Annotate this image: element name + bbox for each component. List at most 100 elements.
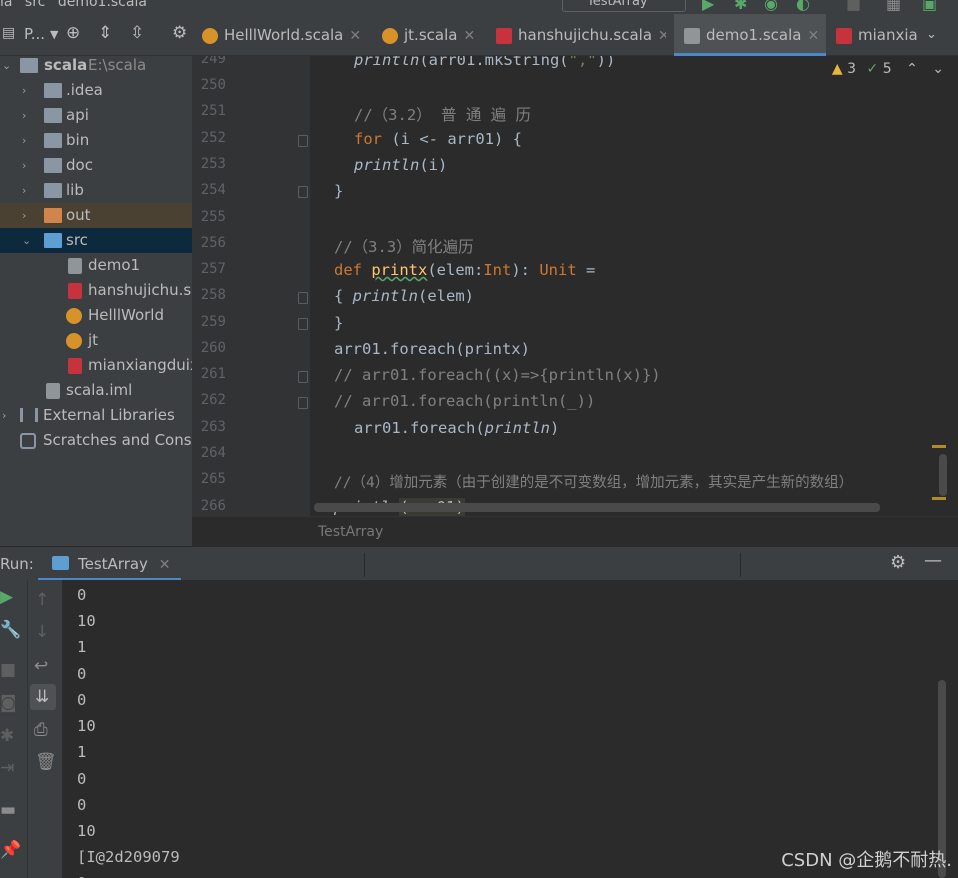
minimize-icon[interactable]: —	[924, 550, 942, 571]
library-icon	[20, 408, 38, 422]
chevron-right-icon[interactable]: ›	[2, 403, 6, 428]
scroll-to-end-icon[interactable]: ⇊	[35, 687, 49, 707]
tab-jt[interactable]: jt.scala ✕	[382, 14, 482, 56]
tree-item-scala-root[interactable]: ⌄ scala E:\scala	[0, 56, 192, 78]
collapse-all-icon[interactable]: ⇳	[130, 23, 144, 43]
tree-item-scratches[interactable]: Scratches and Conso	[0, 428, 192, 453]
run-tab-testarray[interactable]: TestArray ✕	[38, 547, 181, 581]
scala-object-icon	[382, 27, 398, 44]
nav-crumb-project[interactable]: la	[0, 0, 12, 10]
code-line-259: }	[334, 314, 344, 332]
close-icon[interactable]: ✕	[349, 28, 361, 44]
run-tool-window-header: Run: TestArray ✕ ⚙ —	[0, 546, 958, 581]
inspection-widget[interactable]: ▲ 3 ✓ 5 ⌃ ⌄	[832, 61, 944, 77]
structure-icon[interactable]: ▦	[886, 0, 901, 13]
tree-item-hanshujichu[interactable]: hanshujichu.sc	[0, 278, 192, 303]
run-configuration-select[interactable]: TestArray	[562, 0, 686, 12]
code-line-257: def printx(elem:Int): Unit =	[334, 261, 596, 279]
stop-icon[interactable]: ■	[0, 660, 16, 680]
stop-icon[interactable]: ■	[846, 0, 861, 13]
editor-breadcrumb[interactable]: TestArray	[192, 516, 958, 546]
fold-marker-icon[interactable]	[298, 292, 308, 304]
chevron-down-icon[interactable]: ⌄	[22, 228, 31, 253]
close-icon[interactable]: ✕	[658, 28, 666, 44]
warning-stripe-marker[interactable]	[932, 445, 946, 448]
fold-marker-icon[interactable]	[298, 371, 308, 383]
tree-item-bin[interactable]: › bin	[0, 128, 192, 153]
tree-item-doc[interactable]: › doc	[0, 153, 192, 178]
tree-item-external-libraries[interactable]: › External Libraries	[0, 403, 192, 428]
settings-gear-icon[interactable]: ⚙	[890, 552, 906, 573]
tab-hanshujichu[interactable]: hanshujichu.scala ✕	[496, 14, 666, 56]
nav-crumb-src[interactable]: src	[25, 0, 45, 10]
warning-stripe-marker[interactable]	[932, 497, 946, 500]
console-line: 0	[77, 874, 86, 878]
rerun-icon[interactable]: ▶	[0, 587, 13, 607]
next-highlight-icon[interactable]: ⌄	[932, 61, 944, 77]
fold-marker-icon[interactable]	[298, 135, 308, 147]
chevron-right-icon[interactable]: ›	[22, 103, 26, 128]
tab-mianxia[interactable]: mianxia	[836, 14, 928, 56]
chevron-right-icon[interactable]: ›	[22, 153, 26, 178]
ide-window: la src demo1.scala TestArray ▶ ✱ ◉ ◐ ■ ▦…	[0, 0, 958, 878]
tab-demo1[interactable]: demo1.scala ✕	[674, 14, 826, 56]
close-icon[interactable]: ✕	[463, 28, 475, 44]
close-icon[interactable]: ✕	[807, 28, 819, 44]
code-editor[interactable]: 249 250 251 252 253 254 255 256 257 258 …	[192, 56, 958, 516]
editor-horizontal-scrollbar[interactable]	[314, 503, 880, 512]
debug-icon[interactable]: ✱	[734, 0, 747, 13]
arrow-down-icon[interactable]: ↓	[35, 622, 49, 642]
code-line-249: println(arr01.mkString(","))	[354, 56, 616, 69]
editor-vertical-scrollbar[interactable]	[939, 454, 947, 496]
chevron-right-icon[interactable]: ›	[22, 78, 26, 103]
tree-item-mianxiangduix[interactable]: mianxiangduix	[0, 353, 192, 378]
tree-item-jt[interactable]: jt	[0, 328, 192, 353]
tree-item-scala-iml[interactable]: scala.iml	[0, 378, 192, 403]
wrench-icon[interactable]: 🔧	[0, 620, 21, 640]
line-number: 252	[200, 130, 226, 146]
exit-icon[interactable]: ⇥	[0, 758, 14, 778]
tree-item-hellworld[interactable]: HelllWorld	[0, 303, 192, 328]
chevron-down-icon[interactable]: ▼	[50, 28, 58, 41]
tabs-overflow-chevron-icon[interactable]: ⌄	[926, 14, 950, 56]
nav-crumb-file[interactable]: demo1.scala	[58, 0, 147, 10]
layout-icon[interactable]: ▬	[0, 800, 16, 820]
console-output[interactable]: 0 10 1 0 0 10 1 0 0 10 [I@2d209079 0	[62, 580, 958, 878]
fold-marker-icon[interactable]	[298, 318, 308, 330]
chevron-down-icon[interactable]: ⌄	[2, 56, 11, 78]
previous-highlight-icon[interactable]: ⌃	[906, 61, 918, 77]
tree-item-idea[interactable]: › .idea	[0, 78, 192, 103]
chevron-right-icon[interactable]: ›	[22, 203, 26, 228]
chevron-right-icon[interactable]: ›	[22, 128, 26, 153]
profile-icon[interactable]: ◐	[796, 0, 810, 13]
tree-item-src[interactable]: ⌄ src	[0, 228, 192, 253]
soft-wrap-icon[interactable]: ↩	[34, 656, 48, 676]
pin-icon[interactable]: 📌	[0, 840, 21, 860]
tab-hellworld[interactable]: HelllWorld.scala ✕	[202, 14, 372, 56]
project-view-icon[interactable]: ▤	[2, 25, 15, 41]
tree-item-lib[interactable]: › lib	[0, 178, 192, 203]
tree-item-api[interactable]: › api	[0, 103, 192, 128]
coverage-icon[interactable]: ◉	[764, 0, 778, 13]
code-line-258: { println(elem)	[334, 287, 474, 305]
fold-marker-icon[interactable]	[298, 397, 308, 409]
settings-gear-icon[interactable]: ⚙	[172, 23, 187, 43]
trash-icon[interactable]: 🗑	[35, 752, 57, 772]
tree-item-demo1[interactable]: demo1	[0, 253, 192, 278]
chevron-right-icon[interactable]: ›	[22, 178, 26, 203]
excluded-folder-icon	[44, 208, 62, 223]
camera-icon[interactable]: ◙	[0, 693, 17, 713]
arrow-up-icon[interactable]: ↑	[35, 590, 49, 610]
line-number: 250	[200, 77, 226, 93]
print-icon[interactable]: ⎙	[34, 720, 48, 740]
fold-marker-icon[interactable]	[298, 186, 308, 198]
run-icon[interactable]: ▶	[702, 0, 714, 13]
tree-item-out[interactable]: › out	[0, 203, 192, 228]
project-panel-title[interactable]: P...	[24, 25, 45, 43]
expand-all-icon[interactable]: ⇕	[98, 23, 112, 43]
terminal-icon[interactable]: ▣	[922, 0, 937, 13]
locate-icon[interactable]: ⊕	[66, 23, 80, 43]
debug-settings-icon[interactable]: ✱	[0, 726, 14, 746]
line-number: 259	[200, 314, 226, 330]
close-icon[interactable]: ✕	[159, 557, 171, 573]
